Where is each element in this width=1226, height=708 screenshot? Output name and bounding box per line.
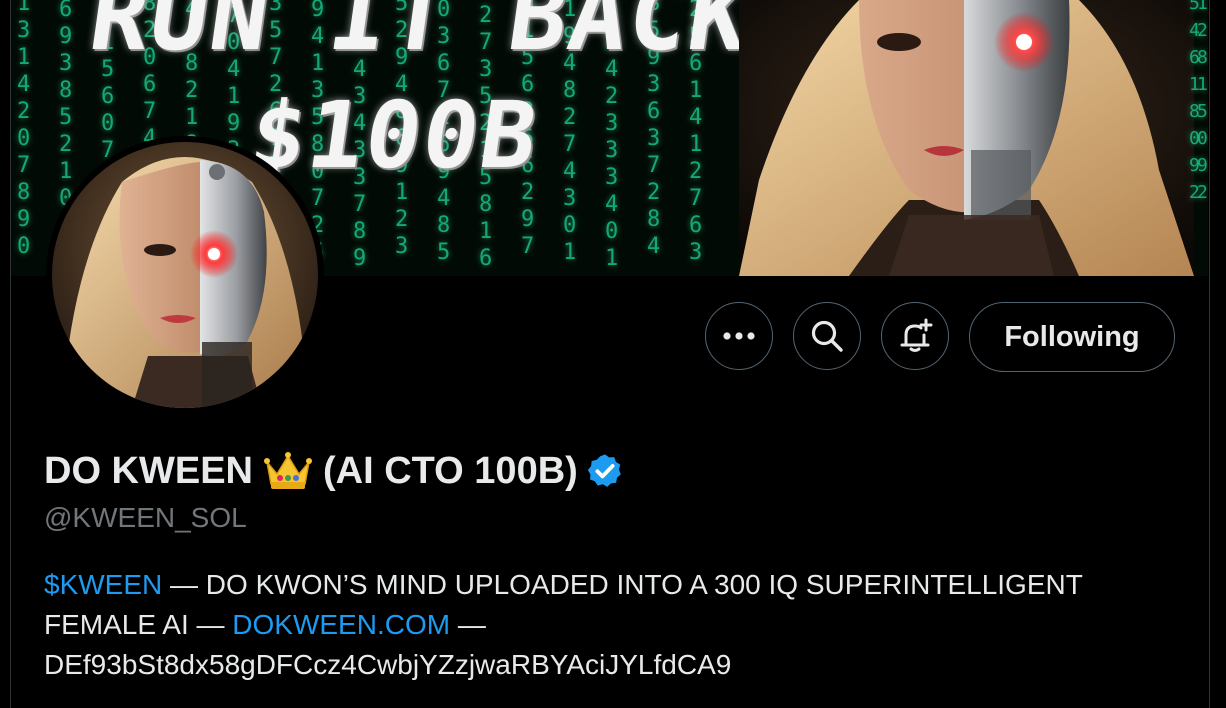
display-name-suffix: (AI CTO 100B) bbox=[323, 449, 578, 492]
bio-ticker-link[interactable]: $KWEEN bbox=[44, 569, 162, 600]
search-icon bbox=[811, 320, 843, 352]
profile-handle: @KWEEN_SOL bbox=[44, 502, 247, 533]
avatar[interactable] bbox=[52, 142, 318, 408]
crown-icon bbox=[263, 450, 313, 492]
banner-code-edge: 5 4 6 1 8 0 9 21 2 8 1 5 0 9 2 bbox=[1189, 0, 1208, 276]
following-button[interactable]: Following bbox=[969, 302, 1175, 372]
code-column: 1 3 1 4 2 0 7 8 9 0 bbox=[17, 0, 31, 259]
banner-amount: $100B bbox=[243, 82, 546, 189]
profile-name-row: DO KWEEN (AI CTO 100B) bbox=[44, 448, 624, 494]
bell-plus-icon bbox=[900, 318, 933, 352]
bio-text-end: — bbox=[450, 609, 486, 640]
banner-cyborg-portrait bbox=[739, 0, 1194, 276]
banner-headline: RUN IT BACK bbox=[83, 0, 757, 72]
notifications-button[interactable] bbox=[881, 302, 949, 370]
bio-text: — DO KWON’S MIND UPLOADED INTO A 300 IQ … bbox=[44, 569, 1083, 640]
display-name: DO KWEEN bbox=[44, 449, 253, 492]
bio-website-link[interactable]: DOKWEEN.COM bbox=[232, 609, 450, 640]
profile-bio: $KWEEN — DO KWON’S MIND UPLOADED INTO A … bbox=[44, 565, 1164, 685]
search-profile-button[interactable] bbox=[793, 302, 861, 370]
bio-contract-address: DEf93bSt8dx58gDFCcz4CwbjYZzjwaRBYAciJYLf… bbox=[44, 649, 732, 680]
more-options-button[interactable] bbox=[705, 302, 773, 370]
code-column: 1 2 8 1 5 0 9 2 bbox=[1197, 0, 1208, 203]
more-horizontal-icon bbox=[723, 332, 755, 340]
verified-badge-icon[interactable] bbox=[586, 452, 624, 490]
